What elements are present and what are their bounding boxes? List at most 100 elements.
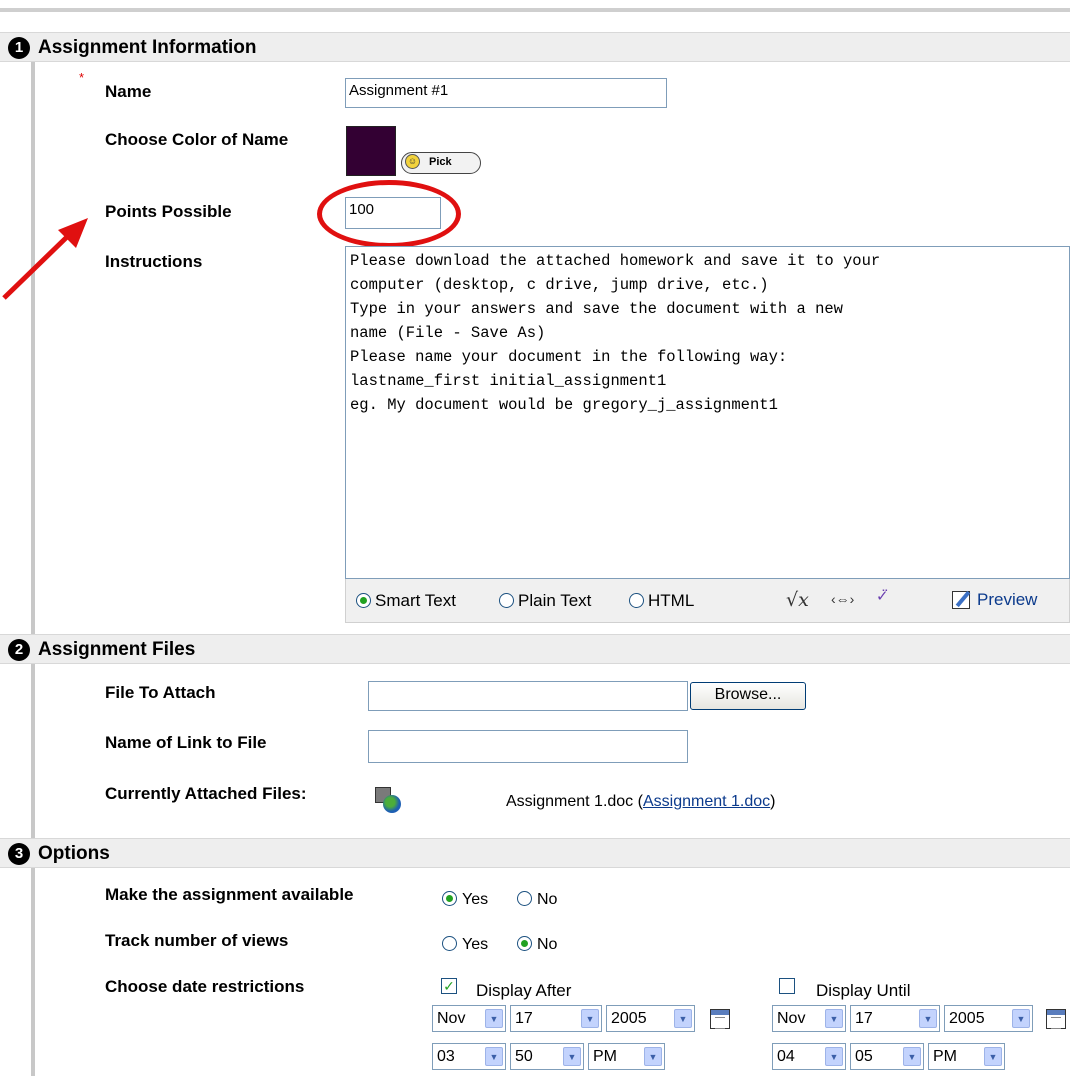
chevron-down-icon: ▼ — [581, 1009, 599, 1028]
views-no-radio[interactable] — [517, 936, 532, 951]
until-month-select[interactable]: Nov ▼ — [772, 1005, 846, 1032]
display-until-checkbox[interactable] — [779, 978, 795, 994]
html-label: HTML — [648, 591, 695, 610]
available-yes-label: Yes — [462, 891, 489, 908]
preview-icon[interactable] — [952, 591, 970, 609]
section-number-badge: 2 — [8, 639, 30, 661]
paren-open: ( — [633, 793, 643, 810]
until-day-value: 17 — [855, 1010, 873, 1027]
annotation-arrow — [2, 218, 88, 300]
after-ampm-select[interactable]: PM ▼ — [588, 1043, 665, 1070]
smart-text-radio[interactable] — [356, 593, 371, 608]
pick-color-button[interactable]: ☺ Pick — [401, 152, 481, 174]
display-after-checkbox[interactable]: ✓ — [441, 978, 457, 994]
after-day-value: 17 — [515, 1010, 533, 1027]
after-year-value: 2005 — [611, 1010, 647, 1027]
after-day-select[interactable]: 17 ▼ — [510, 1005, 602, 1032]
calendar-icon[interactable] — [710, 1009, 730, 1029]
until-hour-value: 04 — [777, 1048, 795, 1065]
until-minute-value: 05 — [855, 1048, 873, 1065]
browse-button[interactable]: Browse... — [690, 682, 806, 710]
html-radio[interactable] — [629, 593, 644, 608]
section-title: Assignment Information — [38, 37, 257, 58]
smiley-icon: ☺ — [405, 154, 420, 169]
file-attach-label: File To Attach — [105, 683, 216, 702]
spellcheck-icon[interactable]: ✓̈ — [876, 587, 889, 605]
color-label: Choose Color of Name — [105, 130, 289, 149]
views-yes-radio[interactable] — [442, 936, 457, 951]
until-hour-select[interactable]: 04 ▼ — [772, 1043, 846, 1070]
chevron-down-icon: ▼ — [485, 1009, 503, 1028]
instructions-line: lastname_first initial_assignment1 — [350, 372, 667, 390]
until-minute-select[interactable]: 05 ▼ — [850, 1043, 924, 1070]
after-year-select[interactable]: 2005 ▼ — [606, 1005, 695, 1032]
instructions-textarea[interactable]: Please download the attached homework an… — [345, 246, 1070, 579]
section-title: Options — [38, 843, 110, 864]
paren-close: ) — [770, 793, 776, 810]
file-attach-input[interactable] — [368, 681, 688, 711]
until-month-value: Nov — [777, 1010, 806, 1027]
section-header-assignment-information: 1 Assignment Information — [0, 32, 1070, 62]
color-swatch — [346, 126, 396, 176]
available-label: Make the assignment available — [105, 885, 354, 904]
display-until-label: Display Until — [816, 981, 911, 1000]
link-name-input[interactable] — [368, 730, 688, 763]
chevron-down-icon: ▼ — [825, 1047, 843, 1066]
chevron-down-icon: ▼ — [485, 1047, 503, 1066]
chevron-down-icon: ▼ — [674, 1009, 692, 1028]
until-ampm-select[interactable]: PM ▼ — [928, 1043, 1005, 1070]
after-minute-value: 50 — [515, 1048, 533, 1065]
views-yes-label: Yes — [462, 936, 489, 953]
chevron-down-icon: ▼ — [644, 1047, 662, 1066]
left-rule — [31, 60, 35, 1076]
views-label: Track number of views — [105, 931, 289, 950]
name-input[interactable]: Assignment #1 — [345, 78, 667, 108]
after-month-value: Nov — [437, 1010, 466, 1027]
instructions-label: Instructions — [105, 252, 203, 271]
pick-button-label: Pick — [429, 156, 452, 168]
date-restrictions-label: Choose date restrictions — [105, 977, 305, 996]
highlight-circle — [317, 180, 461, 248]
instructions-line: Type in your answers and save the docume… — [350, 300, 843, 318]
preview-link[interactable]: Preview — [977, 590, 1037, 610]
arrow-shaft — [2, 232, 72, 300]
plain-text-radio[interactable] — [499, 593, 514, 608]
available-no-radio[interactable] — [517, 891, 532, 906]
chevron-down-icon: ▼ — [825, 1009, 843, 1028]
instructions-line: computer (desktop, c drive, jump drive, … — [350, 276, 769, 294]
instructions-line: eg. My document would be gregory_j_assig… — [350, 396, 778, 414]
section-header-assignment-files: 2 Assignment Files — [0, 634, 1070, 664]
attached-files-label: Currently Attached Files: — [105, 784, 307, 803]
section-number-badge: 1 — [8, 37, 30, 59]
chevron-down-icon: ▼ — [984, 1047, 1002, 1066]
after-month-select[interactable]: Nov ▼ — [432, 1005, 506, 1032]
required-marker: * — [79, 70, 85, 85]
smart-text-label: Smart Text — [375, 591, 456, 610]
section-number-badge: 3 — [8, 843, 30, 865]
calendar-icon[interactable] — [1046, 1009, 1066, 1029]
until-year-select[interactable]: 2005 ▼ — [944, 1005, 1033, 1032]
after-minute-select[interactable]: 50 ▼ — [510, 1043, 584, 1070]
available-no-label: No — [537, 891, 558, 908]
attached-file-entry: Assignment 1.doc (Assignment 1.doc) — [506, 793, 775, 811]
display-after-label: Display After — [476, 981, 572, 1000]
equation-icon[interactable]: √x — [786, 589, 809, 611]
views-no-label: No — [537, 936, 558, 953]
attached-file-name: Assignment 1.doc — [506, 793, 634, 810]
attached-file-link[interactable]: Assignment 1.doc — [643, 793, 770, 810]
instructions-line: Please name your document in the followi… — [350, 348, 788, 366]
until-ampm-value: PM — [933, 1048, 957, 1065]
format-toolbar: Smart Text Plain Text HTML √x ‹⇔› ✓̈ Pre… — [345, 579, 1070, 623]
globe-icon — [383, 795, 401, 813]
top-rule — [0, 8, 1070, 12]
available-yes-radio[interactable] — [442, 891, 457, 906]
chevron-down-icon: ▼ — [919, 1009, 937, 1028]
points-label: Points Possible — [105, 202, 232, 221]
after-hour-value: 03 — [437, 1048, 455, 1065]
chevron-down-icon: ▼ — [903, 1047, 921, 1066]
web-file-icon — [375, 787, 401, 813]
until-day-select[interactable]: 17 ▼ — [850, 1005, 940, 1032]
link-icon[interactable]: ‹⇔› — [831, 591, 854, 607]
after-hour-select[interactable]: 03 ▼ — [432, 1043, 506, 1070]
instructions-line: Please download the attached homework an… — [350, 252, 881, 270]
